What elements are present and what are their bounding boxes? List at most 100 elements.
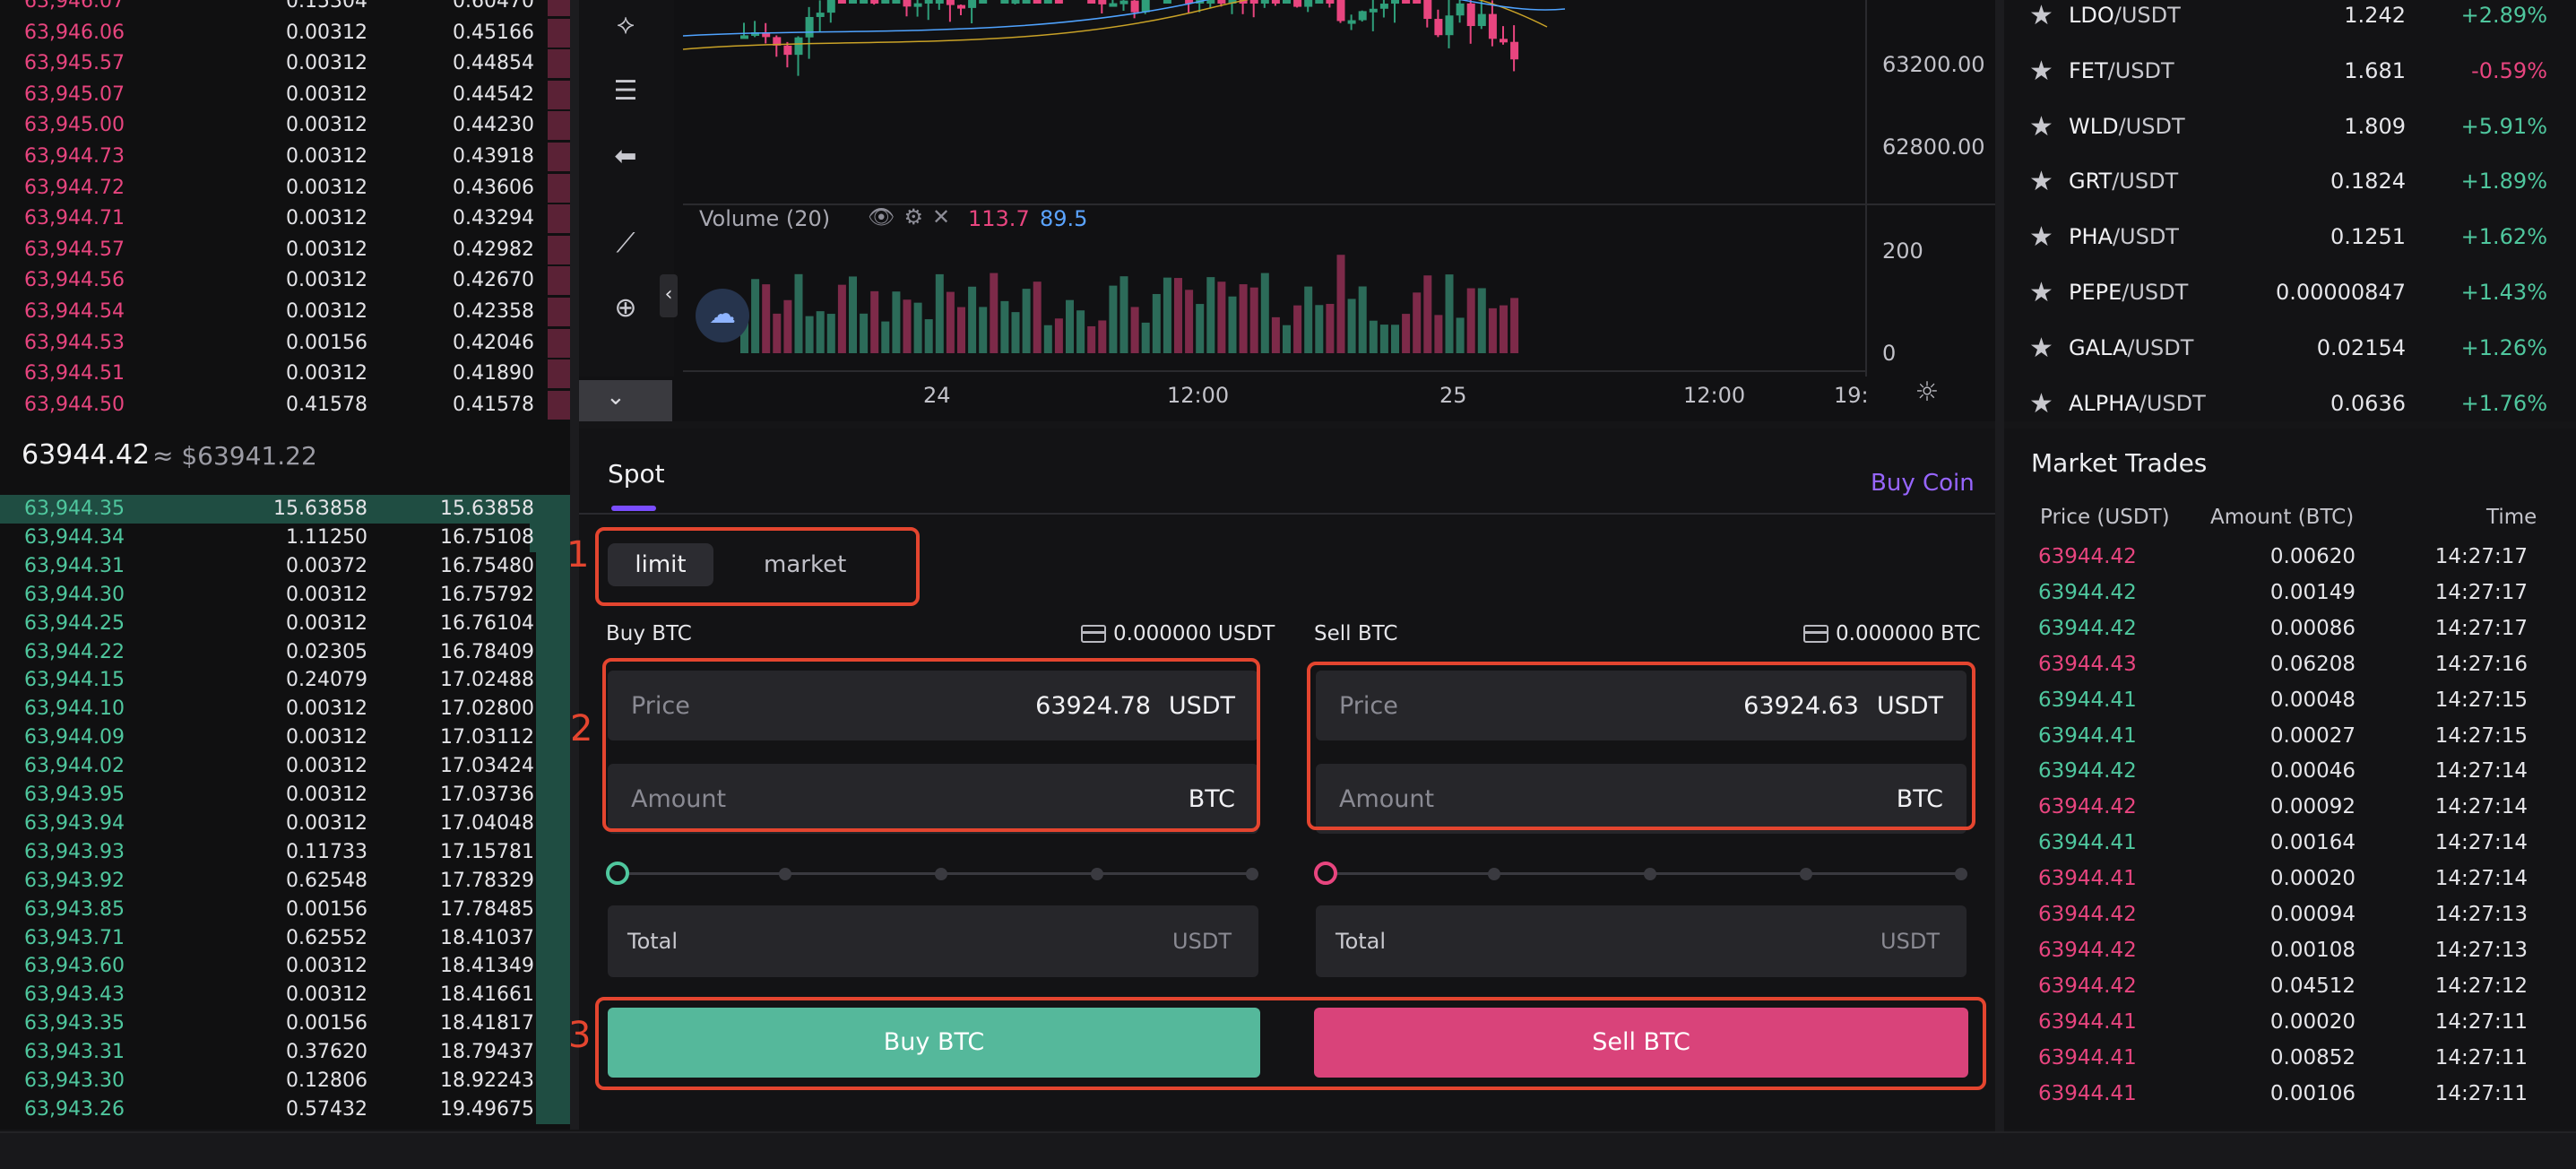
volume-bar — [1130, 307, 1139, 353]
bid-row[interactable]: 63,943.85 0.00156 17.78485 — [0, 895, 570, 924]
favorite-star-icon[interactable]: ★ — [2029, 0, 2053, 31]
bid-row[interactable]: 63,944.09 0.00312 17.03112 — [0, 723, 570, 753]
ask-row[interactable]: 63,945.57 0.00312 0.44854 — [0, 49, 570, 79]
ask-amount: 0.41578 — [286, 393, 367, 416]
buy-coin-link[interactable]: Buy Coin — [1871, 470, 1975, 497]
slider-step[interactable] — [1644, 868, 1656, 880]
volume-bar — [968, 286, 977, 353]
bid-row[interactable]: 63,944.15 0.24079 17.02488 — [0, 666, 570, 696]
ask-price: 63,946.06 — [24, 21, 125, 44]
slider-step[interactable] — [1091, 868, 1103, 880]
volume-bar — [1033, 281, 1042, 353]
ask-row[interactable]: 63,944.50 0.41578 0.41578 — [0, 390, 570, 420]
bid-row[interactable]: 63,944.22 0.02305 16.78409 — [0, 637, 570, 667]
chart-settings-button[interactable]: ⌄ — [579, 380, 672, 421]
depth-bar — [536, 895, 570, 924]
buy-slider-handle[interactable] — [606, 862, 629, 885]
favorite-star-icon[interactable]: ★ — [2029, 166, 2053, 197]
bid-row[interactable]: 63,943.93 0.11733 17.15781 — [0, 837, 570, 867]
bid-row[interactable]: 63,943.60 0.00312 18.41349 — [0, 952, 570, 982]
bid-price: 63,943.95 — [24, 784, 125, 806]
sell-total-field[interactable]: Total USDT — [1316, 905, 1967, 977]
bid-row[interactable]: 63,943.92 0.62548 17.78329 — [0, 866, 570, 896]
bid-row[interactable]: 63,944.31 0.00372 16.75480 — [0, 551, 570, 581]
theme-toggle-icon[interactable]: ☼ — [1911, 377, 1943, 409]
ask-row[interactable]: 63,946.07 0.15304 0.60470 — [0, 0, 570, 16]
market-row[interactable]: ★ WLD/USDT 1.809 +5.91% — [2004, 111, 2576, 167]
bid-row[interactable]: 63,944.30 0.00312 16.75792 — [0, 580, 570, 610]
favorite-star-icon[interactable]: ★ — [2029, 221, 2053, 253]
slider-step[interactable] — [1800, 868, 1812, 880]
market-change: +1.43% — [2460, 280, 2547, 305]
market-row[interactable]: ★ GALA/USDT 0.02154 +1.26% — [2004, 333, 2576, 388]
bid-row[interactable]: 63,944.34 1.11250 16.75108 — [0, 523, 570, 552]
sell-slider-handle[interactable] — [1314, 862, 1337, 885]
market-row[interactable]: ★ PEPE/USDT 0.00000847 +1.43% — [2004, 277, 2576, 333]
bid-row[interactable]: 63,943.71 0.62552 18.41037 — [0, 923, 570, 953]
favorite-star-icon[interactable]: ★ — [2029, 56, 2053, 87]
candle-body — [1326, 0, 1335, 4]
volume-bar — [860, 313, 869, 353]
market-quote: /USDT — [2118, 113, 2185, 139]
tab-spot[interactable]: Spot — [608, 459, 665, 489]
volume-bar — [794, 273, 803, 353]
slider-step[interactable] — [1488, 868, 1500, 880]
market-quote: /USDT — [2127, 334, 2194, 360]
ask-row[interactable]: 63,944.71 0.00312 0.43294 — [0, 204, 570, 234]
ask-row[interactable]: 63,944.57 0.00312 0.42982 — [0, 235, 570, 264]
market-row[interactable]: ★ PHA/USDT 0.1251 +1.62% — [2004, 221, 2576, 277]
trade-time: 14:27:17 — [2434, 545, 2528, 568]
ask-row[interactable]: 63,944.51 0.00312 0.41890 — [0, 359, 570, 389]
volume-indicator-label[interactable]: Volume (20) — [699, 206, 830, 231]
slider-step[interactable] — [1246, 868, 1258, 880]
bid-row[interactable]: 63,943.30 0.12806 18.92243 — [0, 1067, 570, 1095]
bid-row[interactable]: 63,944.35 15.63858 15.63858 — [0, 495, 570, 524]
ask-row[interactable]: 63,944.72 0.00312 0.43606 — [0, 173, 570, 203]
bid-row[interactable]: 63,944.02 0.00312 17.03424 — [0, 752, 570, 782]
ask-row[interactable]: 63,945.07 0.00312 0.44542 — [0, 80, 570, 109]
slider-step[interactable] — [935, 868, 947, 880]
bid-row[interactable]: 63,943.35 0.00156 18.41817 — [0, 1009, 570, 1039]
bid-row[interactable]: 63,943.94 0.00312 17.04048 — [0, 809, 570, 838]
market-row[interactable]: ★ GRT/USDT 0.1824 +1.89% — [2004, 166, 2576, 221]
bid-row[interactable]: 63,943.31 0.37620 18.79437 — [0, 1038, 570, 1068]
collapse-toolbar-button[interactable]: ‹ — [660, 274, 678, 317]
bid-row[interactable]: 63,944.10 0.00312 17.02800 — [0, 695, 570, 724]
depth-bar — [548, 235, 570, 264]
fib-tool-icon[interactable]: ☰ — [606, 72, 645, 111]
market-price: 0.00000847 — [2275, 280, 2406, 305]
market-row[interactable]: ★ FET/USDT 1.681 -0.59% — [2004, 56, 2576, 111]
favorite-star-icon[interactable]: ★ — [2029, 333, 2053, 364]
ask-row[interactable]: 63,944.53 0.00156 0.42046 — [0, 328, 570, 358]
volume-bar — [1109, 285, 1118, 353]
bid-row[interactable]: 63,943.26 0.57432 19.49675 — [0, 1095, 570, 1124]
ask-row[interactable]: 63,944.73 0.00312 0.43918 — [0, 143, 570, 171]
zoom-in-icon[interactable]: ⊕ — [606, 289, 645, 328]
market-change: -0.59% — [2471, 57, 2547, 83]
pattern-tool-icon[interactable]: ⟡ — [606, 5, 645, 45]
ask-row[interactable]: 63,946.06 0.00312 0.45166 — [0, 18, 570, 48]
market-row[interactable]: ★ LDO/USDT 1.242 +2.89% — [2004, 0, 2576, 56]
order-book-last-price: 63944.42 ≈ $63941.22 — [0, 429, 570, 479]
favorite-star-icon[interactable]: ★ — [2029, 388, 2053, 420]
slider-step[interactable] — [1955, 868, 1967, 880]
bid-amount: 0.62548 — [286, 869, 367, 892]
bid-row[interactable]: 63,943.43 0.00312 18.41661 — [0, 981, 570, 1010]
bid-row[interactable]: 63,944.25 0.00312 16.76104 — [0, 609, 570, 638]
slider-step[interactable] — [779, 868, 791, 880]
ask-row[interactable]: 63,945.00 0.00312 0.44230 — [0, 111, 570, 141]
buy-total-field[interactable]: Total USDT — [608, 905, 1258, 977]
indicator-controls[interactable]: 👁⚙✕ — [868, 204, 959, 229]
favorite-star-icon[interactable]: ★ — [2029, 111, 2053, 143]
favorite-star-icon[interactable]: ★ — [2029, 277, 2053, 308]
ask-row[interactable]: 63,944.54 0.00312 0.42358 — [0, 298, 570, 326]
arrow-left-icon[interactable]: ⬅ — [606, 137, 645, 177]
bid-row[interactable]: 63,943.95 0.00312 17.03736 — [0, 781, 570, 810]
order-book: 63,946.07 0.15304 0.60470 63,946.06 0.00312 0… — [0, 0, 570, 1130]
trade-price: 63944.42 — [2038, 616, 2137, 640]
market-base: PEPE — [2069, 280, 2122, 305]
buy-balance-value: 0.000000 USDT — [1113, 622, 1275, 645]
ask-row[interactable]: 63,944.56 0.00312 0.42670 — [0, 266, 570, 296]
ruler-tool-icon[interactable]: ⟋ — [606, 224, 645, 264]
market-quote: /USDT — [2107, 57, 2174, 83]
